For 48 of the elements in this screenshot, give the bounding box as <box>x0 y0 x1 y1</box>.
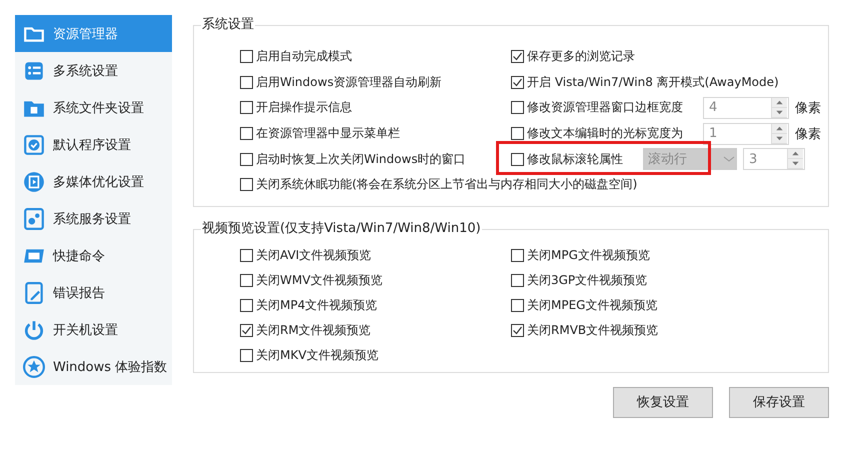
checkbox[interactable]: 在资源管理器中显示菜单栏 <box>240 125 400 142</box>
checkbox[interactable]: 关闭MPEG文件视频预览 <box>511 296 658 314</box>
checkmark-icon <box>23 134 45 156</box>
film-icon <box>23 170 45 192</box>
unit-label: 像素 <box>795 126 821 143</box>
checkbox[interactable]: 关闭AVI文件视频预览 <box>240 246 372 264</box>
sidebar-item[interactable]: 多系统设置 <box>15 52 172 89</box>
check-icon <box>512 76 523 88</box>
power-icon <box>23 318 45 340</box>
checkbox[interactable]: 关闭MPG文件视频预览 <box>511 246 650 264</box>
checkbox[interactable]: 修改文本编辑时的光标宽度为 <box>511 125 683 142</box>
action-button[interactable]: 保存设置 <box>729 386 829 418</box>
checkbox[interactable]: 开启 Vista/Win7/Win8 离开模式(AwayMode) <box>511 74 779 91</box>
unit-label: 像素 <box>795 100 821 117</box>
checkbox[interactable]: 保存更多的浏览记录 <box>511 48 635 66</box>
checkbox[interactable]: 关闭MP4文件视频预览 <box>240 296 378 314</box>
checkbox[interactable]: 开启操作提示信息 <box>240 99 352 116</box>
number-spinner[interactable]: 1 <box>703 122 789 145</box>
sidebar-item[interactable]: 默认程序设置 <box>15 126 172 163</box>
number-spinner[interactable]: 3 <box>743 148 805 170</box>
checkbox[interactable]: 启用自动完成模式 <box>240 48 352 66</box>
group-title: 系统设置 <box>201 17 255 33</box>
checkbox[interactable]: 修改资源管理器窗口边框宽度 <box>511 99 683 116</box>
checkbox[interactable]: 关闭RMVB文件视频预览 <box>511 322 658 339</box>
sidebar-item[interactable]: 系统服务设置 <box>15 200 172 237</box>
checkbox[interactable]: 关闭系统休眠功能(将会在系统分区上节省出与内存相同大小的磁盘空间) <box>240 176 638 194</box>
checkbox[interactable]: 关闭RM文件视频预览 <box>240 322 371 339</box>
pencil-icon <box>23 282 45 304</box>
checkbox[interactable]: 启用Windows资源管理器自动刷新 <box>240 74 442 91</box>
sidebar-item[interactable]: 多媒体优化设置 <box>15 163 172 200</box>
number-spinner[interactable]: 4 <box>703 96 789 119</box>
checkbox[interactable]: 修改鼠标滚轮属性 <box>511 150 623 168</box>
checkbox[interactable]: 关闭WMV文件视频预览 <box>240 272 382 289</box>
chevron-down-icon <box>721 154 737 164</box>
checkbox[interactable]: 关闭MKV文件视频预览 <box>240 346 378 364</box>
checkbox[interactable]: 关闭3GP文件视频预览 <box>511 272 648 289</box>
action-button[interactable]: 恢复设置 <box>613 386 713 418</box>
check-icon <box>241 324 252 336</box>
group-title: 视频预览设置(仅支持Vista/Win7/Win8/Win10) <box>201 220 482 237</box>
sidebar-item[interactable]: 开关机设置 <box>15 311 172 348</box>
sidebar-item[interactable]: 错误报告 <box>15 274 172 311</box>
sidebar-item[interactable]: 快捷命令 <box>15 237 172 274</box>
sidebar-item[interactable]: Windows 体验指数 <box>15 348 172 385</box>
checkbox[interactable]: 启动时恢复上次关闭Windows时的窗口 <box>240 150 466 168</box>
list-panel-icon <box>23 60 45 82</box>
check-icon <box>512 324 523 336</box>
sidebar-item[interactable]: 系统文件夹设置 <box>15 89 172 126</box>
check-icon <box>512 51 523 62</box>
